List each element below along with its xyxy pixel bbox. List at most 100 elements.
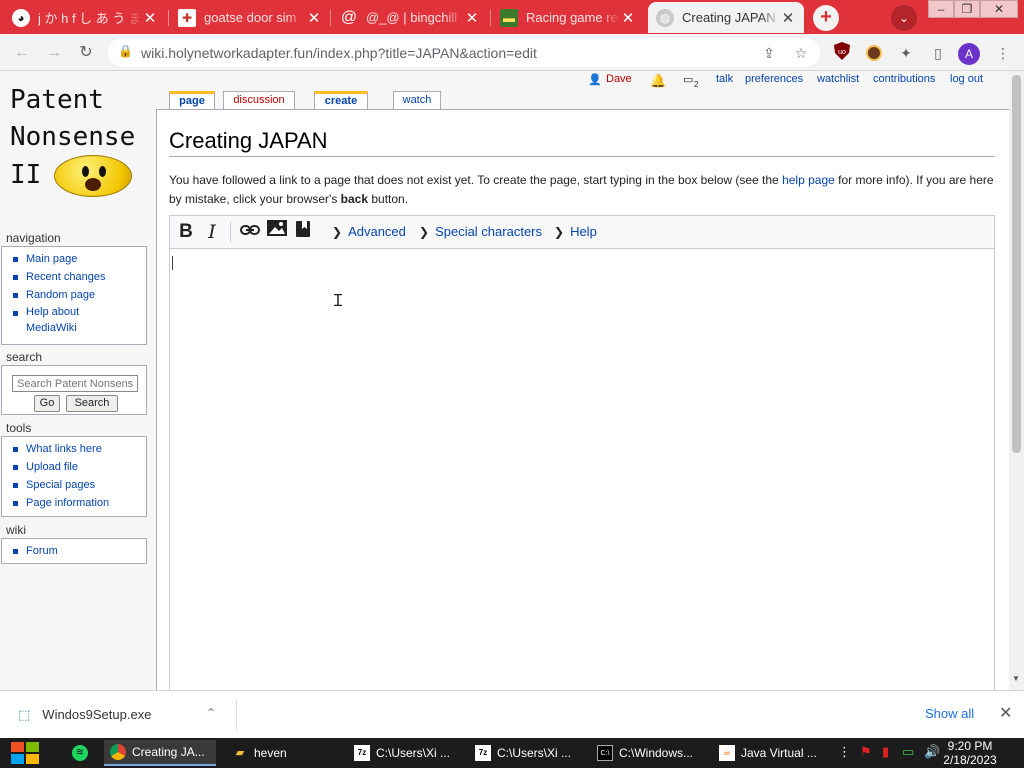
7zip-icon: 7z <box>354 745 370 761</box>
tab-divider <box>490 10 491 26</box>
profile-avatar[interactable]: A <box>958 42 980 65</box>
preferences-link[interactable]: preferences <box>745 73 803 85</box>
tab-create[interactable]: create <box>314 91 368 109</box>
browser-tab[interactable]: @ @_@ | bingchill ✕ <box>332 2 488 33</box>
scroll-down-arrow-icon[interactable]: ▼ <box>1012 674 1020 683</box>
taskbar-item-chrome[interactable]: Creating JA... <box>104 740 216 766</box>
tab-watch[interactable]: watch <box>393 91 441 109</box>
tab-discussion[interactable]: discussion <box>223 91 295 109</box>
minimize-icon[interactable]: – <box>928 0 954 18</box>
taskbar-item-folder[interactable]: ▰ heven <box>226 740 338 766</box>
side-panel-icon[interactable]: ▯ <box>927 42 949 64</box>
svg-text:uo: uo <box>838 49 846 56</box>
close-icon[interactable]: ✕ <box>620 9 636 27</box>
puzzle-extensions-icon[interactable]: ✦ <box>895 42 917 64</box>
sidebar-item-forum[interactable]: Forum <box>2 542 146 560</box>
flag-icon: ✚ <box>178 8 196 27</box>
tab-title: @_@ | bingchill <box>366 10 458 25</box>
download-item[interactable]: ⬚ Windos9Setup.exe <box>18 707 151 723</box>
wiki-portlet: Forum <box>1 538 147 564</box>
watchlist-link[interactable]: watchlist <box>817 73 859 85</box>
kebab-menu-icon[interactable]: ⋮ <box>992 42 1014 64</box>
windows-start-icon[interactable] <box>8 740 44 766</box>
back-arrow-icon[interactable]: ← <box>10 41 34 65</box>
search-input[interactable] <box>12 375 138 392</box>
sidebar-item-main-page[interactable]: Main page <box>2 250 146 268</box>
intro-text: You have followed a link to a page that … <box>169 173 994 206</box>
globe-icon: ◍ <box>656 8 674 27</box>
notifications-icon[interactable]: ▭ <box>683 73 693 86</box>
logout-link[interactable]: log out <box>950 73 983 85</box>
sidebar-item-upload-file[interactable]: Upload file <box>2 458 146 476</box>
chevron-up-icon[interactable]: ⌃ <box>206 706 216 720</box>
windows-taskbar: ≋ Creating JA... ▰ heven 7z C:\Users\Xi ..… <box>0 738 1024 768</box>
browser-tab[interactable]: ▬ Racing game re ✕ <box>492 2 644 33</box>
close-icon[interactable]: ✕ <box>464 9 480 27</box>
close-icon[interactable]: ✕ <box>306 9 322 27</box>
advanced-menu[interactable]: ❯ Advanced <box>332 224 406 239</box>
sidebar-item-help[interactable]: Help about MediaWiki <box>2 304 146 336</box>
url-text[interactable]: wiki.holynetworkadapter.fun/index.php?ti… <box>141 45 537 61</box>
talk-link[interactable]: talk <box>716 73 733 85</box>
chevron-right-icon: ❯ <box>332 225 343 239</box>
tab-page[interactable]: page <box>169 91 215 109</box>
cite-book-icon[interactable] <box>291 220 315 244</box>
show-all-link[interactable]: Show all <box>925 706 974 721</box>
bookmark-star-icon[interactable]: ☆ <box>790 42 812 64</box>
restore-icon[interactable]: ❐ <box>954 0 980 18</box>
close-icon[interactable]: ✕ <box>780 9 796 27</box>
sidebar-item-page-information[interactable]: Page information <box>2 494 146 512</box>
close-icon[interactable]: ✕ <box>999 703 1012 723</box>
lock-icon: 🔒 <box>118 44 133 58</box>
browser-tab-active[interactable]: ◍ Creating JAPAN ✕ <box>648 2 804 33</box>
taskbar-item-cmd[interactable]: C:\ C:\Windows... <box>591 740 703 766</box>
vertical-scrollbar[interactable]: ▼ <box>1009 71 1024 690</box>
chevron-right-icon: ❯ <box>419 225 430 239</box>
ublock-shield-icon[interactable]: uo <box>831 42 853 64</box>
clock[interactable]: 9:20 PM 2/18/2023 <box>932 739 1008 767</box>
extension-avatar-icon[interactable] <box>863 42 885 64</box>
action-center-icon[interactable]: ▮ <box>882 744 889 760</box>
share-icon[interactable]: ⇪ <box>758 42 780 64</box>
contributions-link[interactable]: contributions <box>873 73 935 85</box>
tab-search-chevron-icon[interactable]: ⌄ <box>891 5 917 31</box>
search-heading: search <box>6 350 43 364</box>
special-characters-menu[interactable]: ❯ Special characters <box>419 224 542 239</box>
sidebar-item-special-pages[interactable]: Special pages <box>2 476 146 494</box>
user-link[interactable]: Dave <box>606 73 632 85</box>
flag-icon[interactable]: ⚑ <box>860 744 872 760</box>
taskbar-item-7zip-1[interactable]: 7z C:\Users\Xi ... <box>348 740 460 766</box>
window-close-icon[interactable]: ✕ <box>980 0 1018 18</box>
close-icon[interactable]: ✕ <box>142 9 158 27</box>
image-icon[interactable] <box>265 220 289 244</box>
taskbar-item-7zip-2[interactable]: 7z C:\Users\Xi ... <box>469 740 581 766</box>
go-button[interactable]: Go <box>34 395 60 412</box>
link-icon[interactable] <box>238 220 262 244</box>
search-button[interactable]: Search <box>66 395 118 412</box>
tools-heading: tools <box>6 421 32 435</box>
sidebar-item-what-links-here[interactable]: What links here <box>2 440 146 458</box>
browser-tab[interactable]: ◕ j か h f し あ う ま ✕ <box>4 2 166 33</box>
bold-button[interactable]: B <box>174 220 198 244</box>
italic-button[interactable]: I <box>200 220 224 244</box>
browser-tab[interactable]: ✚ goatse door sim ✕ <box>170 2 330 33</box>
network-icon[interactable]: ▭ <box>902 744 914 760</box>
browser-tab-strip: ◕ j か h f し あ う ま ✕ ✚ goatse door sim ✕ … <box>0 0 1024 34</box>
reload-icon[interactable]: ↻ <box>74 41 98 65</box>
sidebar-item-recent-changes[interactable]: Recent changes <box>2 268 146 286</box>
forward-arrow-icon[interactable]: → <box>42 41 66 65</box>
bell-icon[interactable]: 🔔 <box>650 73 666 89</box>
help-page-link[interactable]: help page <box>782 173 835 187</box>
at-sign-icon: @ <box>340 8 358 26</box>
help-menu[interactable]: ❯ Help <box>554 224 597 239</box>
new-tab-button[interactable]: + <box>813 5 839 31</box>
scrollbar-thumb[interactable] <box>1012 75 1021 453</box>
taskbar-item-java[interactable]: ☕ Java Virtual ... <box>713 740 825 766</box>
site-logo[interactable]: Patent Nonsense II <box>10 85 150 197</box>
sidebar-item-random-page[interactable]: Random page <box>2 286 146 304</box>
address-bar[interactable]: 🔒 wiki.holynetworkadapter.fun/index.php?… <box>108 38 820 67</box>
spotify-icon[interactable]: ≋ <box>66 740 92 766</box>
tray-overflow-icon[interactable]: ⋮ <box>838 744 851 760</box>
wiki-page: Patent Nonsense II navigation Main page … <box>0 71 1009 690</box>
text-caret <box>172 256 173 270</box>
